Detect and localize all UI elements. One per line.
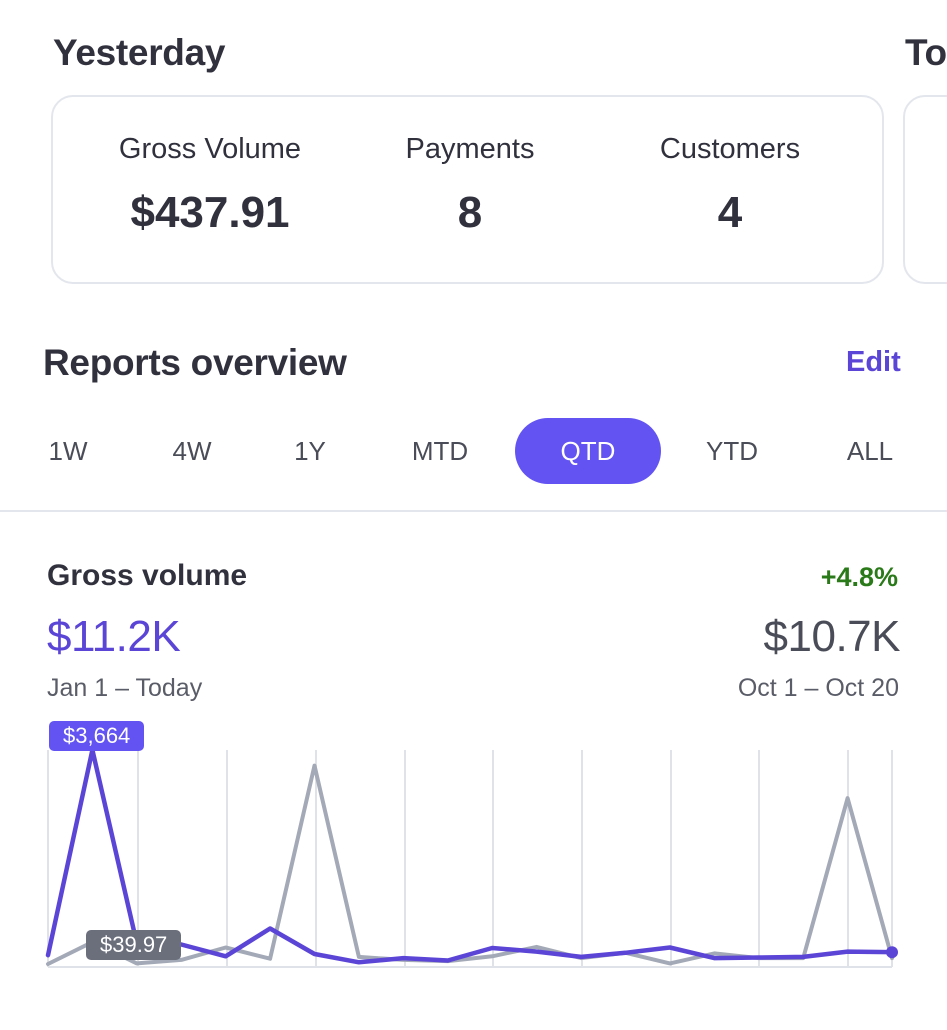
today-summary-card-peek[interactable] [903,95,947,284]
customers-label: Customers [659,133,801,165]
previous-value-tooltip: $39.97 [86,930,182,960]
tab-1w[interactable]: 1W [30,418,106,484]
edit-link[interactable]: Edit [846,346,901,379]
tab-all[interactable]: ALL [830,418,910,484]
tab-1y[interactable]: 1Y [275,418,345,484]
payments-metric: Payments 8 [340,133,600,238]
payments-value: 8 [457,188,483,237]
gross-volume-chart[interactable] [0,740,947,1000]
tab-mtd[interactable]: MTD [395,418,485,484]
current-value-tooltip: $3,664 [49,721,145,751]
customers-metric: Customers 4 [600,133,860,238]
yesterday-summary-card[interactable]: Gross Volume $437.91 Payments 8 Customer… [51,95,884,284]
change-percent: +4.8% [820,562,898,592]
yesterday-title: Yesterday [53,32,226,73]
previous-period-range: Oct 1 – Oct 20 [737,674,899,702]
current-period-range: Jan 1 – Today [47,674,203,702]
tab-4w[interactable]: 4W [153,418,231,484]
gross-volume-value: $437.91 [130,188,290,237]
current-end-point [886,946,898,959]
section-divider [0,510,947,512]
current-period-value: $11.2K [47,612,181,661]
customers-value: 4 [717,188,743,237]
today-title-peek: To [905,32,947,73]
reports-overview-title: Reports overview [43,342,347,383]
gross-volume-metric: Gross Volume $437.91 [80,133,340,238]
gross-volume-report-title: Gross volume [47,559,248,592]
payments-label: Payments [405,133,535,165]
tab-qtd[interactable]: QTD [515,418,661,484]
gross-volume-label: Gross Volume [118,133,302,165]
previous-period-value: $10.7K [763,612,901,661]
tab-ytd[interactable]: YTD [690,418,774,484]
